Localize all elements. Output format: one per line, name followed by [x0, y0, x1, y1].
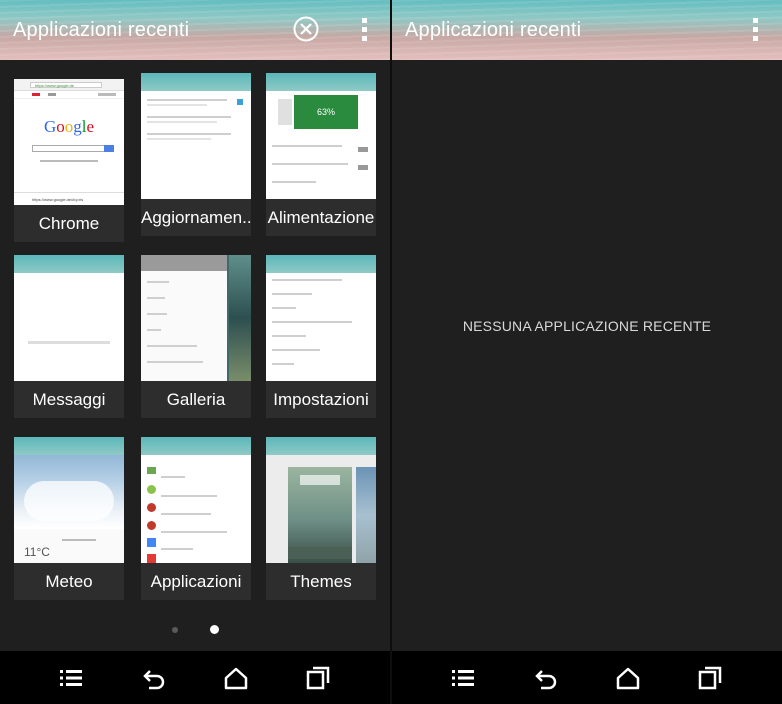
app-label: Impostazioni [266, 381, 376, 418]
app-thumbnail [141, 255, 251, 381]
google-logo: Google [43, 117, 95, 136]
app-thumbnail [266, 255, 376, 381]
app-thumbnail [14, 255, 124, 381]
app-label: Applicazioni [141, 563, 251, 600]
app-thumbnail [266, 437, 376, 563]
app-label: Chrome [14, 205, 124, 242]
overflow-menu-icon[interactable] [362, 18, 368, 42]
overflow-menu-icon[interactable] [753, 18, 759, 42]
app-label: Aggiornamen.. [141, 199, 251, 236]
app-thumbnail [141, 437, 251, 563]
navigation-bar [392, 651, 782, 704]
recents-icon[interactable] [305, 665, 331, 691]
app-thumbnail: https://www.google.de Google https://www… [14, 79, 124, 205]
header-bar: Applicazioni recenti [392, 0, 782, 60]
app-thumbnail: 11°C [14, 437, 124, 563]
app-label: Alimentazione [266, 199, 376, 236]
app-label: Themes [266, 563, 376, 600]
recent-apps-empty-screen: Applicazioni recenti NESSUNA APPLICAZION… [392, 0, 782, 704]
header-bar: Applicazioni recenti [0, 0, 390, 60]
page-indicator-dot-2-active[interactable] [210, 625, 219, 634]
app-label: Galleria [141, 381, 251, 418]
empty-state-message: NESSUNA APPLICAZIONE RECENTE [462, 318, 712, 334]
navigation-bar [0, 651, 390, 704]
header-title: Applicazioni recenti [13, 19, 190, 41]
back-icon[interactable] [141, 665, 167, 691]
close-icon[interactable] [293, 16, 319, 42]
weather-temperature: 11°C [24, 545, 50, 559]
home-icon[interactable] [615, 665, 641, 691]
app-label: Meteo [14, 563, 124, 600]
app-thumbnail: 63% [266, 73, 376, 199]
menu-icon[interactable] [58, 665, 84, 691]
app-thumbnail [141, 73, 251, 199]
chrome-url-bar: https://www.google.de [30, 82, 102, 88]
menu-icon[interactable] [450, 665, 476, 691]
back-icon[interactable] [533, 665, 559, 691]
page-indicator-dot-1[interactable] [172, 627, 178, 633]
recents-icon[interactable] [697, 665, 723, 691]
app-label: Messaggi [14, 381, 124, 418]
chrome-bottom-url: https://www.google.de/#q=ris [14, 192, 124, 205]
battery-level: 63% [294, 95, 358, 129]
recent-apps-screen: Applicazioni recenti https://www.google.… [0, 0, 390, 704]
header-title: Applicazioni recenti [405, 19, 582, 41]
home-icon[interactable] [223, 665, 249, 691]
